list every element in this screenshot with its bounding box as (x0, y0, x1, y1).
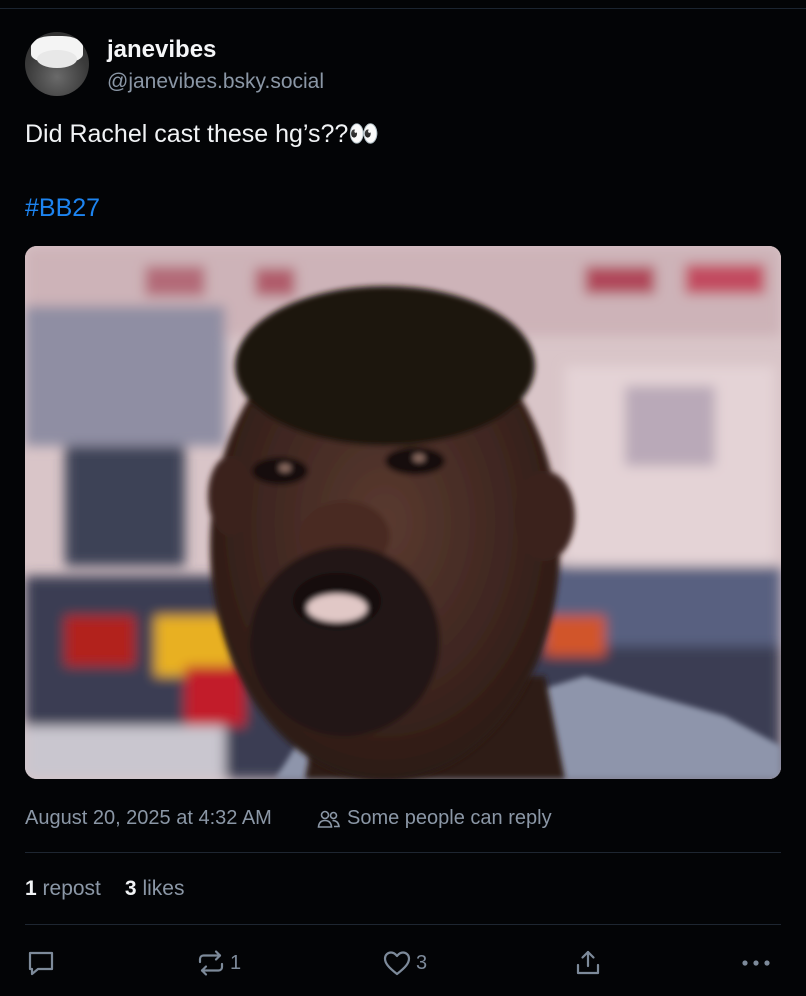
more-horizontal-icon (740, 949, 772, 977)
likes-label: likes (142, 877, 185, 900)
more-options-button[interactable] (740, 948, 772, 978)
reposts-count-link[interactable]: 1 repost (25, 877, 101, 901)
divider (25, 924, 781, 925)
reply-setting-label: Some people can reply (347, 807, 552, 829)
reply-button[interactable] (26, 948, 56, 978)
gif-image (25, 246, 781, 779)
share-button[interactable] (573, 948, 603, 978)
post-thread-item: janevibes @janevibes.bsky.social Did Rac… (0, 0, 806, 996)
repost-button[interactable]: 1 (196, 948, 241, 978)
author-display-name[interactable]: janevibes (107, 36, 216, 64)
repost-count: 1 (230, 951, 242, 974)
divider (25, 852, 781, 853)
reply-setting[interactable]: Some people can reply (317, 807, 552, 830)
avatar-cloud-shape-lower (37, 50, 77, 68)
share-icon (573, 949, 603, 977)
like-count: 3 (416, 951, 428, 974)
author-handle[interactable]: @janevibes.bsky.social (107, 70, 324, 94)
reply-icon (26, 949, 56, 977)
post-gif-media[interactable] (25, 246, 781, 779)
heart-icon (382, 949, 412, 977)
people-icon (317, 809, 341, 829)
reposts-label: repost (42, 877, 101, 900)
likes-count-link[interactable]: 3 likes (125, 877, 185, 901)
hashtag-link[interactable]: #BB27 (25, 194, 100, 223)
likes-count: 3 (124, 877, 137, 900)
post-timestamp[interactable]: August 20, 2025 at 4:32 AM (25, 807, 272, 830)
reposts-count: 1 (25, 877, 37, 900)
like-button[interactable]: 3 (382, 948, 427, 978)
repost-icon (196, 949, 226, 977)
avatar[interactable] (25, 32, 89, 96)
post-text: Did Rachel cast these hg’s??👀 (25, 120, 380, 148)
engagement-counts: 1 repost 3 likes (25, 877, 184, 901)
